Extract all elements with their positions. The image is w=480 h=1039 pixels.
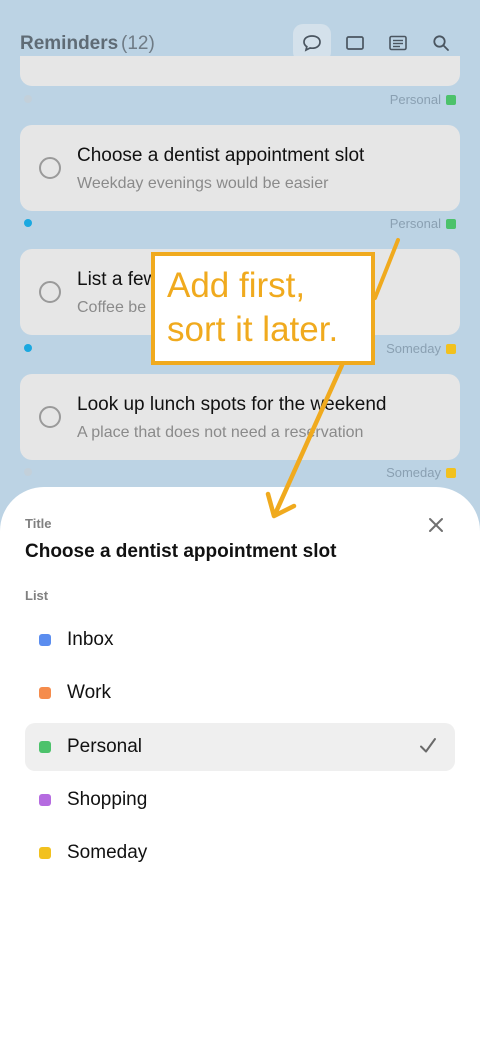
checkmark-icon	[420, 738, 436, 753]
list-option-someday[interactable]: Someday	[25, 829, 455, 877]
reminder-subtitle: Coffee be	[77, 299, 147, 316]
list-tag: Someday	[386, 465, 456, 480]
list-color-swatch	[39, 847, 51, 859]
page-title: Reminders	[20, 33, 119, 54]
reminder-count: (12)	[121, 33, 155, 54]
complete-toggle[interactable]	[39, 157, 61, 179]
list-color-swatch	[446, 343, 456, 354]
list-color-swatch	[446, 218, 456, 229]
search-icon	[433, 35, 449, 51]
list-color-swatch	[39, 741, 51, 753]
list-option-work[interactable]: Work	[25, 669, 455, 717]
square-icon	[346, 36, 364, 50]
list-color-swatch	[446, 467, 456, 478]
reminder-card[interactable]: Look up lunch spots for the weekend A pl…	[20, 374, 460, 460]
annotation-callout: Add first, sort it later.	[151, 252, 375, 365]
status-dot	[24, 468, 32, 476]
sheet-reminder-title: Choose a dentist appointment slot	[25, 541, 337, 562]
list-card-icon	[389, 35, 407, 51]
list-option-personal[interactable]: Personal	[25, 723, 455, 771]
close-button[interactable]	[426, 515, 446, 535]
chat-bubble-icon	[303, 35, 321, 52]
reminder-title: List a few	[77, 269, 158, 290]
list-color-swatch	[39, 794, 51, 806]
annotation-text: Add first, sort it later.	[167, 266, 339, 349]
list-tag: Personal	[390, 92, 456, 107]
reminder-subtitle: A place that does not need a reservation	[77, 424, 364, 441]
list-tag: Personal	[390, 216, 456, 231]
reminder-subtitle: Weekday evenings would be easier	[77, 175, 329, 192]
close-icon	[429, 518, 443, 532]
status-dot	[24, 344, 32, 352]
reminder-title: Look up lunch spots for the weekend	[77, 394, 387, 415]
complete-toggle[interactable]	[39, 281, 61, 303]
reminder-card-partial[interactable]	[20, 56, 460, 86]
list-picker-sheet: Title Choose a dentist appointment slot …	[0, 487, 480, 1039]
list-option-inbox[interactable]: Inbox	[25, 616, 455, 664]
list-label: List	[25, 588, 49, 603]
status-dot	[24, 219, 32, 227]
list-color-swatch	[39, 634, 51, 646]
status-dot	[24, 95, 32, 103]
complete-toggle[interactable]	[39, 406, 61, 428]
list-color-swatch	[446, 94, 456, 105]
list-color-swatch	[39, 687, 51, 699]
reminder-title: Choose a dentist appointment slot	[77, 145, 365, 166]
list-option-shopping[interactable]: Shopping	[25, 776, 455, 824]
list-tag: Someday	[386, 341, 456, 356]
title-label: Title	[25, 516, 52, 531]
reminder-card[interactable]: Choose a dentist appointment slot Weekda…	[20, 125, 460, 211]
